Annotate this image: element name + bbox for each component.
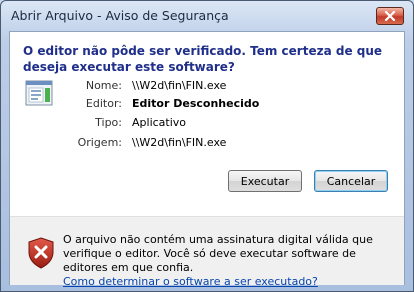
field-value-origin: \\W2d\fin\FIN.exe (132, 136, 227, 149)
close-button[interactable] (376, 7, 404, 25)
warning-footer: O arquivo não contém uma assinatura digi… (10, 216, 404, 288)
field-row-publisher: Editor: Editor Desconhecido (24, 97, 394, 111)
warning-message: O arquivo não contém uma assinatura digi… (63, 233, 393, 289)
field-label-type: Tipo: (95, 116, 122, 129)
title-bar[interactable]: Abrir Arquivo - Aviso de Segurança (1, 1, 413, 33)
warning-text: O arquivo não contém uma assinatura digi… (63, 233, 373, 274)
field-label-name: Nome: (85, 79, 122, 92)
field-row-type: Tipo: Aplicativo (24, 116, 394, 130)
dialog-heading: O editor não pôde ser verificado. Tem ce… (23, 44, 383, 74)
help-link[interactable]: Como determinar o software a ser executa… (63, 275, 318, 288)
field-row-origin: Origem: \\W2d\fin\FIN.exe (24, 136, 394, 150)
window-title: Abrir Arquivo - Aviso de Segurança (11, 8, 229, 23)
security-warning-window: Abrir Arquivo - Aviso de Segurança O edi… (0, 0, 414, 292)
field-value-type: Aplicativo (132, 116, 187, 129)
field-label-origin: Origem: (77, 136, 122, 149)
security-shield-icon (28, 237, 54, 269)
field-row-name: Nome: \\W2d\fin\FIN.exe (24, 79, 394, 93)
close-icon (384, 11, 396, 21)
dialog-content: O editor não pôde ser verificado. Tem ce… (9, 31, 405, 288)
cancel-button[interactable]: Cancelar (314, 170, 388, 192)
run-button[interactable]: Executar (228, 170, 302, 192)
field-value-name: \\W2d\fin\FIN.exe (132, 79, 227, 92)
field-value-publisher: Editor Desconhecido (132, 97, 260, 110)
field-label-publisher: Editor: (85, 97, 122, 110)
